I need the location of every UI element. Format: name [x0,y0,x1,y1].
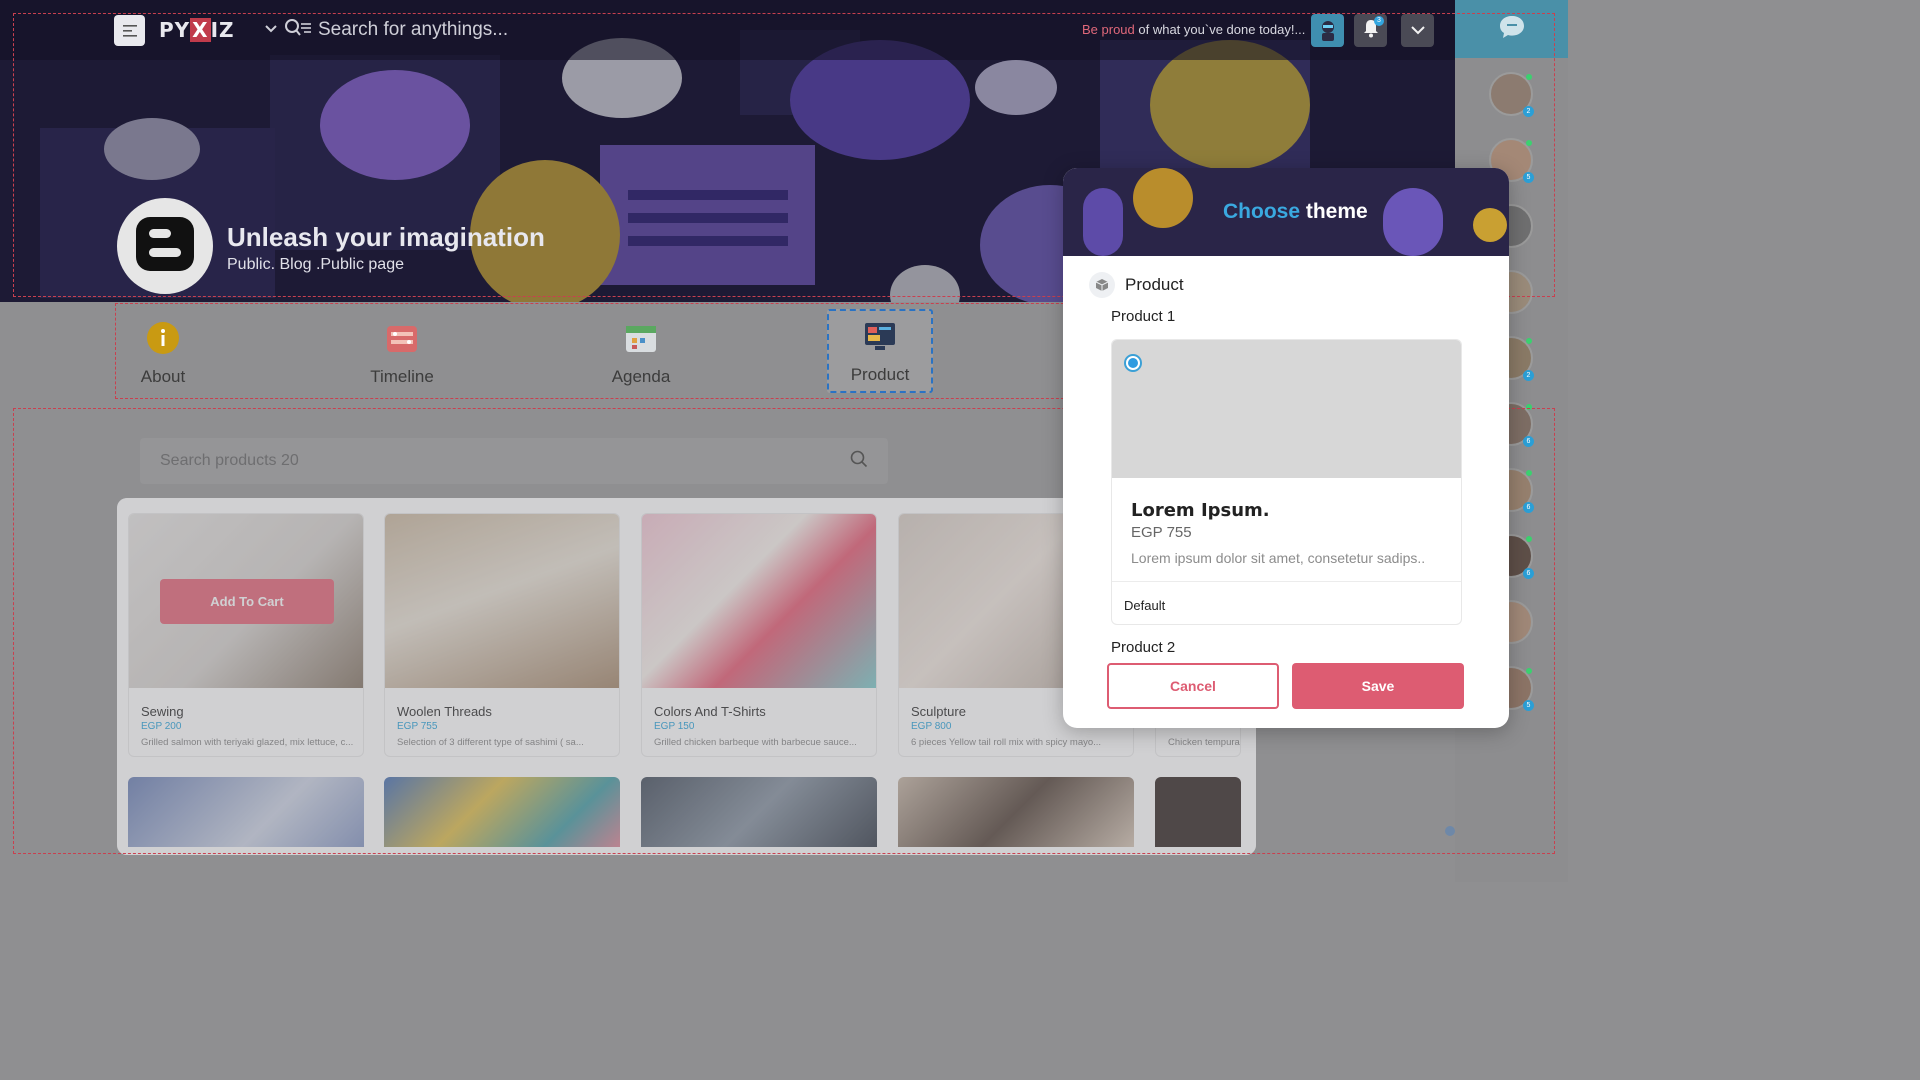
tab-agenda[interactable]: Agenda [588,309,694,393]
choose-theme-modal: Choose theme Product Product 1 Lorem Ips… [1063,168,1509,728]
preview-product-price: EGP 755 [1131,524,1192,541]
header-illustration [1083,188,1123,256]
logo-x-mark: X [190,18,211,42]
product-search [140,438,888,484]
avatar-badge: 6 [1523,502,1534,513]
product-icon [863,319,897,353]
product-description: Chicken tempura [1168,737,1240,748]
tab-about[interactable]: About [110,309,216,393]
product-card[interactable] [1155,777,1241,847]
menu-icon[interactable] [114,15,145,46]
theme-radio-selected[interactable] [1124,354,1142,372]
online-indicator [1526,470,1532,476]
tab-product[interactable]: Product [827,309,933,393]
agenda-icon [624,321,658,355]
product-description: Grilled chicken barbeque with barbecue s… [654,737,857,748]
tab-timeline[interactable]: Timeline [349,309,455,393]
preview-product-name: Lorem Ipsum. [1131,500,1270,521]
product-2-label: Product 2 [1111,639,1176,656]
product-1-label: Product 1 [1111,308,1176,325]
search-filter-icon[interactable] [284,18,312,43]
tab-label: Timeline [370,367,434,386]
avatar-badge: 2 [1523,106,1534,117]
product-search-input[interactable] [160,452,760,470]
product-card[interactable] [898,777,1134,847]
preview-product-description: Lorem ipsum dolor sit amet, consetetur s… [1131,550,1426,566]
modal-header: Choose theme [1063,168,1509,256]
add-to-cart-button[interactable]: Add To Cart [160,579,334,624]
avatar-badge: 6 [1523,436,1534,447]
app-logo[interactable]: PY X IZ [159,18,235,42]
product-description: Grilled salmon with teriyaki glazed, mix… [141,737,354,748]
product-price: EGP 800 [911,721,952,732]
page-avatar[interactable] [117,198,213,294]
online-indicator [1526,140,1532,146]
avatar-badge: 6 [1523,568,1534,579]
product-card[interactable]: Woolen Threads EGP 755 Selection of 3 di… [384,513,620,757]
mascot-icon[interactable] [1311,14,1344,47]
header-illustration [1473,208,1507,242]
product-name: Sculpture [911,704,966,719]
cancel-button[interactable]: Cancel [1107,663,1279,709]
search-icon[interactable] [850,450,868,473]
product-card[interactable]: Add To Cart Sewing EGP 200 Grilled salmo… [128,513,364,757]
product-name: Woolen Threads [397,704,492,719]
avatar-badge: 2 [1523,370,1534,381]
tab-label: Agenda [611,367,671,386]
modal-title: Choose theme [1223,200,1368,223]
account-menu-button[interactable] [1401,14,1434,47]
tab-label: Product [850,365,910,384]
product-description: Selection of 3 different type of sashimi… [397,737,584,748]
section-title: Product [1089,272,1184,298]
timeline-icon [385,321,419,355]
user-avatar[interactable]: 2 [1489,72,1534,117]
online-indicator [1526,536,1532,542]
page-tabs: About Timeline Agenda Product [117,303,1177,398]
scroll-indicator [1445,826,1455,836]
page-subtitle: Public. Blog .Public page [227,256,404,273]
chat-button[interactable] [1455,0,1568,58]
product-name: Colors And T-Shirts [654,704,766,719]
product-price: EGP 755 [397,721,438,732]
notification-badge: 3 [1374,16,1384,26]
theme-option-name: Default [1124,598,1166,613]
info-icon [146,321,180,355]
product-name: Sewing [141,704,184,719]
chevron-down-icon [1410,22,1426,40]
header-illustration [1383,188,1443,256]
header-illustration [1133,168,1193,228]
product-card[interactable]: Colors And T-Shirts EGP 150 Grilled chic… [641,513,877,757]
product-image [642,514,876,688]
online-indicator [1526,404,1532,410]
global-search [264,14,638,46]
product-image [385,514,619,688]
product-price: EGP 200 [141,721,182,732]
product-card[interactable] [641,777,877,847]
global-search-input[interactable] [318,19,638,41]
avatar-badge: 5 [1523,172,1534,183]
theme-preview-image [1112,340,1461,478]
tab-label: About [140,367,186,386]
chevron-down-icon[interactable] [264,21,278,39]
product-card[interactable] [128,777,364,847]
product-description: 6 pieces Yellow tail roll mix with spicy… [911,737,1102,748]
online-indicator [1526,338,1532,344]
online-indicator [1526,74,1532,80]
theme-option-default[interactable]: Lorem Ipsum. EGP 755 Lorem ipsum dolor s… [1111,339,1462,625]
box-icon [1089,272,1115,298]
avatar-badge: 5 [1523,700,1534,711]
online-indicator [1526,668,1532,674]
product-price: EGP 150 [654,721,695,732]
save-button[interactable]: Save [1292,663,1464,709]
product-card[interactable] [384,777,620,847]
theme-preview-details: Lorem Ipsum. EGP 755 Lorem ipsum dolor s… [1112,478,1461,582]
section-title-text: Product [1125,275,1184,294]
notifications-button[interactable]: 3 [1354,14,1387,47]
motto-text: Be proud of what you`ve done today!... [1082,22,1306,37]
chat-icon [1498,14,1526,45]
blogger-icon [134,215,196,278]
page-title: Unleash your imagination [227,222,545,252]
